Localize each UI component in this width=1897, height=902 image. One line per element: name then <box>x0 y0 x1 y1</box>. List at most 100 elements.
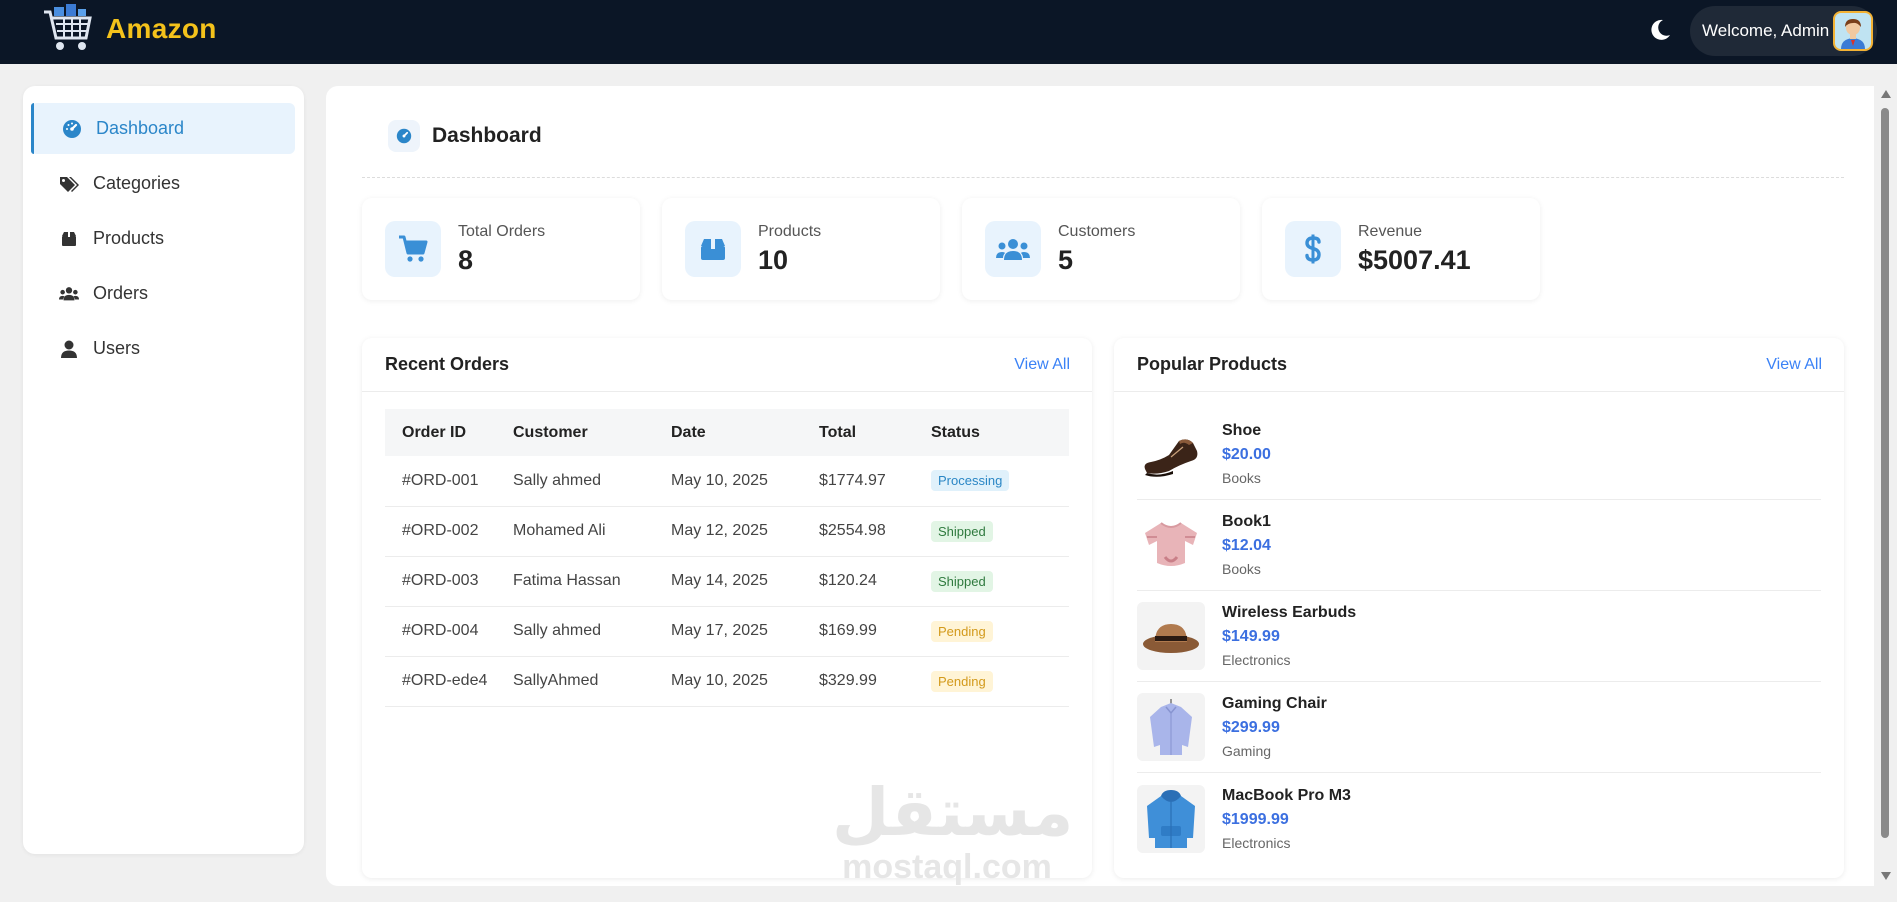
view-all-orders-link[interactable]: View All <box>1014 356 1070 374</box>
list-item[interactable]: MacBook Pro M3 $1999.99 Electronics <box>1137 773 1821 864</box>
stat-label: Products <box>758 222 822 240</box>
dark-mode-toggle-moon-icon[interactable] <box>1646 16 1674 44</box>
shoe-image <box>1137 420 1205 488</box>
sidebar-item-categories[interactable]: Categories <box>31 158 295 209</box>
list-item[interactable]: Wireless Earbuds $149.99 Electronics <box>1137 591 1821 682</box>
stat-label: Total Orders <box>458 222 546 240</box>
list-item[interactable]: Book1 $12.04 Books <box>1137 500 1821 591</box>
table-row[interactable]: #ORD-003 Fatima Hassan May 14, 2025 $120… <box>385 556 1069 607</box>
page-title: Dashboard <box>432 124 542 147</box>
product-category: Books <box>1222 470 1261 486</box>
user-icon <box>59 339 79 359</box>
stat-value: 10 <box>758 244 789 275</box>
page-header: Dashboard <box>362 120 1844 178</box>
main-content: Dashboard Total Orders 8 Products 10 Cus… <box>326 86 1874 886</box>
panel-title: Popular Products <box>1137 354 1288 374</box>
sidebar: Dashboard Categories Products Orders Use… <box>23 86 304 854</box>
sidebar-item-dashboard[interactable]: Dashboard <box>31 103 295 154</box>
column-header: Order ID <box>402 423 467 441</box>
order-id: #ORD-003 <box>385 556 496 607</box>
sidebar-item-users[interactable]: Users <box>31 323 295 374</box>
user-menu[interactable]: Welcome, Admin <box>1690 6 1877 56</box>
top-navbar: Amazon Welcome, Admin <box>0 0 1897 64</box>
box-icon <box>59 229 79 249</box>
order-customer: Sally ahmed <box>496 606 654 657</box>
status-badge: Shipped <box>931 520 993 542</box>
order-total: $169.99 <box>802 606 914 657</box>
page-scrollbar[interactable] <box>1879 88 1893 888</box>
stat-label: Revenue <box>1358 222 1423 240</box>
product-category: Gaming <box>1222 743 1272 759</box>
order-status-cell: Shipped <box>914 556 1069 607</box>
order-total: $120.24 <box>802 556 914 607</box>
panel-header: Popular Products View All <box>1114 338 1844 392</box>
popular-products-panel: Popular Products View All Shoe $20.00 Bo… <box>1114 338 1844 878</box>
order-date: May 12, 2025 <box>654 506 802 557</box>
panel-title: Recent Orders <box>385 354 510 374</box>
tags-icon <box>59 174 79 194</box>
sidebar-item-label: Users <box>93 338 141 358</box>
table-row[interactable]: #ORD-ede4 SallyAhmed May 10, 2025 $329.9… <box>385 656 1069 707</box>
stat-value: 8 <box>458 244 474 275</box>
product-list: Shoe $20.00 Books Book1 $12.04 Books Wir… <box>1137 409 1821 864</box>
order-total: $2554.98 <box>802 506 914 557</box>
order-customer: SallyAhmed <box>496 656 654 707</box>
status-badge: Pending <box>931 670 993 692</box>
list-item[interactable]: Shoe $20.00 Books <box>1137 409 1821 500</box>
gauge-icon <box>62 119 82 139</box>
product-name: Shoe <box>1222 422 1262 439</box>
sidebar-item-label: Orders <box>93 283 149 303</box>
users-icon <box>59 284 79 304</box>
sidebar-item-orders[interactable]: Orders <box>31 268 295 319</box>
order-total: $329.99 <box>802 656 914 707</box>
gauge-icon <box>388 120 420 152</box>
table-row[interactable]: #ORD-002 Mohamed Ali May 12, 2025 $2554.… <box>385 506 1069 557</box>
table-row[interactable]: #ORD-004 Sally ahmed May 17, 2025 $169.9… <box>385 606 1069 657</box>
stats-row: Total Orders 8 Products 10 Customers 5 R… <box>362 198 1562 300</box>
shirt-image <box>1137 693 1205 761</box>
status-badge: Shipped <box>931 570 993 592</box>
product-name: Book1 <box>1222 513 1271 530</box>
status-badge: Processing <box>931 470 1010 492</box>
cart-icon <box>385 221 441 277</box>
column-header: Customer <box>513 423 588 441</box>
stat-value: 5 <box>1058 244 1074 275</box>
product-price: $12.04 <box>1222 537 1271 554</box>
order-id: #ORD-ede4 <box>385 656 496 707</box>
brand-name: Amazon <box>106 13 217 44</box>
list-item[interactable]: Gaming Chair $299.99 Gaming <box>1137 682 1821 773</box>
brand[interactable]: Amazon <box>40 4 217 54</box>
table-row[interactable]: #ORD-001 Sally ahmed May 10, 2025 $1774.… <box>385 456 1069 507</box>
order-customer: Fatima Hassan <box>496 556 654 607</box>
product-category: Electronics <box>1222 834 1291 851</box>
product-name: Wireless Earbuds <box>1222 604 1357 621</box>
order-status-cell: Shipped <box>914 506 1069 557</box>
stat-card-products: Products 10 <box>662 198 940 300</box>
recent-orders-panel: Recent Orders View All Order ID Customer… <box>362 338 1092 878</box>
order-status-cell: Pending <box>914 656 1069 707</box>
sidebar-item-label: Categories <box>93 173 181 193</box>
scroll-down-arrow-icon[interactable] <box>1881 872 1891 880</box>
stat-card-revenue: Revenue $5007.41 <box>1262 198 1540 300</box>
order-date: May 14, 2025 <box>654 556 802 607</box>
scrollbar-thumb[interactable] <box>1881 108 1889 838</box>
orders-table: Order ID Customer Date Total Status #ORD… <box>385 409 1069 707</box>
product-price: $299.99 <box>1222 719 1280 736</box>
hoodie-image <box>1137 784 1205 853</box>
dollar-icon <box>1285 221 1341 277</box>
product-price: $1999.99 <box>1222 810 1289 828</box>
sidebar-item-label: Products <box>93 228 165 248</box>
view-all-products-link[interactable]: View All <box>1766 356 1822 374</box>
product-price: $20.00 <box>1222 446 1271 463</box>
stat-label: Customers <box>1058 222 1136 240</box>
scroll-up-arrow-icon[interactable] <box>1881 90 1891 98</box>
status-badge: Pending <box>931 620 993 642</box>
order-status-cell: Pending <box>914 606 1069 657</box>
order-total: $1774.97 <box>802 456 914 507</box>
welcome-text: Welcome, Admin <box>1702 21 1830 40</box>
column-header: Total <box>819 423 857 441</box>
order-id: #ORD-001 <box>385 456 496 507</box>
sidebar-item-products[interactable]: Products <box>31 213 295 264</box>
box-icon <box>685 221 741 277</box>
order-customer: Mohamed Ali <box>496 506 654 557</box>
